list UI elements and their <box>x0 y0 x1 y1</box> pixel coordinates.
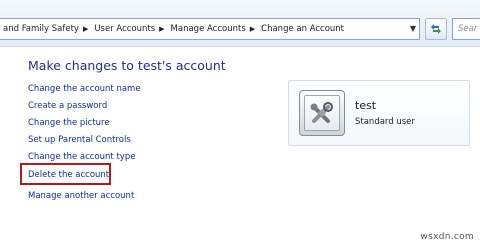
search-input[interactable]: Sear <box>452 18 480 40</box>
manage-another-account-link[interactable]: Manage another account <box>28 191 134 201</box>
watermark: wsxdn.com <box>420 232 474 242</box>
chevron-down-icon[interactable]: ▼ <box>408 20 418 38</box>
delete-account-highlight <box>20 163 111 185</box>
breadcrumb-manage-accounts[interactable]: Manage Accounts <box>171 24 246 34</box>
refresh-button[interactable] <box>425 18 447 40</box>
breadcrumb: and Family Safety ▶ User Accounts ▶ Manage A… <box>3 19 344 39</box>
page-title: Make changes to test's account <box>28 58 226 73</box>
avatar <box>299 90 345 136</box>
chevron-right-icon[interactable]: ▶ <box>83 19 88 39</box>
breadcrumb-user-accounts[interactable]: User Accounts <box>94 24 155 34</box>
change-account-name-link[interactable]: Change the account name <box>28 84 141 94</box>
user-avatar-icon <box>304 95 340 131</box>
account-type: Standard user <box>355 117 415 127</box>
change-picture-link[interactable]: Change the picture <box>28 118 110 128</box>
refresh-icon <box>431 24 441 34</box>
create-password-link[interactable]: Create a password <box>28 101 107 111</box>
chevron-right-icon[interactable]: ▶ <box>250 19 255 39</box>
breadcrumb-change-account[interactable]: Change an Account <box>261 24 344 34</box>
account-name: test <box>355 99 377 112</box>
parental-controls-link[interactable]: Set up Parental Controls <box>28 135 131 145</box>
search-placeholder: Sear <box>458 24 478 34</box>
account-card: test Standard user <box>288 80 470 146</box>
tools-icon <box>310 102 333 123</box>
address-bar[interactable]: and Family Safety ▶ User Accounts ▶ Manage A… <box>0 18 420 40</box>
change-account-type-link[interactable]: Change the account type <box>28 152 135 162</box>
chevron-right-icon[interactable]: ▶ <box>159 19 164 39</box>
address-bar-area: and Family Safety ▶ User Accounts ▶ Manage A… <box>0 0 480 47</box>
breadcrumb-family-safety[interactable]: and Family Safety <box>3 24 79 34</box>
